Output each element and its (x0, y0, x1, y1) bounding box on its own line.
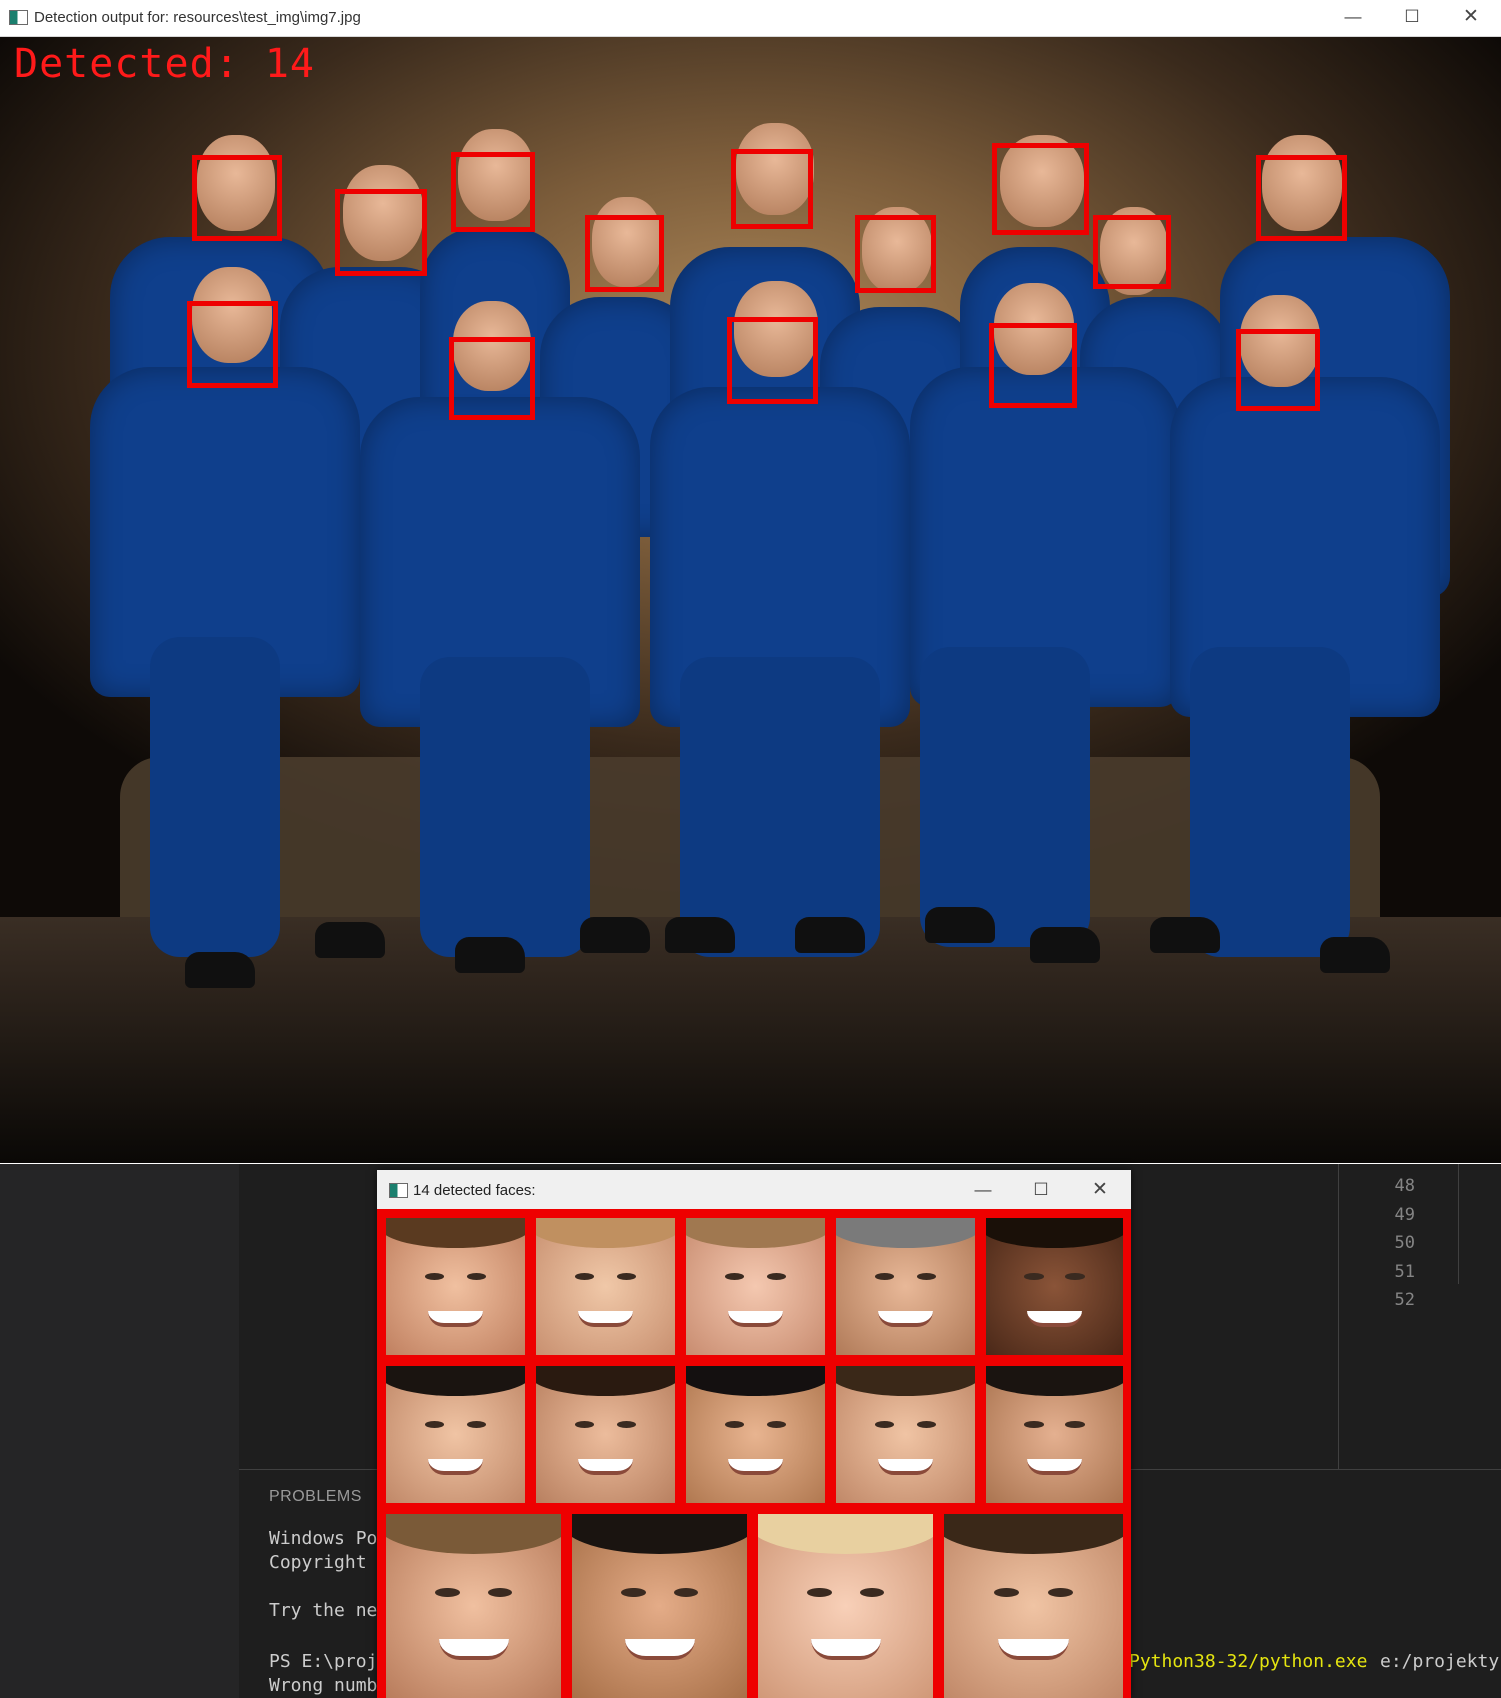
minimize-button[interactable]: — (971, 1181, 995, 1198)
face-box (449, 337, 535, 420)
face-box (1256, 155, 1347, 241)
boot (455, 937, 525, 973)
face-thumbnail (986, 1366, 1123, 1503)
face-box (1093, 215, 1171, 289)
detection-window: Detection output for: resources\test_img… (0, 0, 1501, 1164)
line-numbers: 48 49 50 51 52 (1355, 1172, 1415, 1315)
face-box (187, 301, 278, 388)
detection-window-titlebar[interactable]: Detection output for: resources\test_img… (0, 0, 1501, 37)
terminal-line: Copyright (269, 1552, 367, 1573)
boot (1150, 917, 1220, 953)
maximize-button[interactable]: ☐ (1029, 1181, 1053, 1198)
face-box (989, 323, 1077, 408)
boot (1320, 937, 1390, 973)
face-thumbnail (386, 1366, 525, 1503)
terminal-command-path: Python38-32/python.exe (1129, 1651, 1368, 1672)
person-legs (1190, 647, 1350, 957)
person-legs (150, 637, 280, 957)
app-icon (389, 1183, 408, 1198)
boot (315, 922, 385, 958)
line-number: 52 (1394, 1290, 1415, 1310)
face-box (585, 215, 664, 292)
terminal-line: Try the ne (269, 1600, 378, 1621)
face-thumbnail (386, 1218, 525, 1355)
boot (795, 917, 865, 953)
line-number: 49 (1394, 1204, 1415, 1225)
person-legs (680, 657, 880, 957)
line-number: 48 (1394, 1176, 1415, 1196)
editor-divider (1338, 1164, 1339, 1469)
detection-window-title: Detection output for: resources\test_img… (34, 9, 361, 26)
minimap-divider (1458, 1164, 1459, 1284)
face-thumbnail (386, 1514, 561, 1698)
app-icon (9, 10, 28, 25)
face-thumbnail (944, 1514, 1123, 1698)
face-thumbnail-grid (377, 1209, 1131, 1698)
face-thumbnail (836, 1218, 975, 1355)
face-thumbnail (536, 1218, 675, 1355)
face-box (855, 215, 936, 293)
face-box (731, 149, 813, 229)
activity-sidebar (0, 1164, 239, 1698)
face-box (1236, 329, 1320, 411)
boot (925, 907, 995, 943)
tab-problems[interactable]: PROBLEMS (269, 1488, 362, 1506)
face-box (192, 155, 282, 241)
terminal-command-arg: e:/projekty (1380, 1651, 1500, 1672)
face-thumbnail (986, 1218, 1123, 1355)
terminal-line: PS E:\proj (269, 1651, 378, 1672)
person-legs (420, 657, 590, 957)
faces-window-title: 14 detected faces: (413, 1182, 536, 1199)
boot (665, 917, 735, 953)
face-thumbnail (758, 1514, 933, 1698)
person-legs (920, 647, 1090, 947)
close-button[interactable]: ✕ (1459, 7, 1483, 26)
minimize-button[interactable]: — (1341, 8, 1365, 25)
line-number: 51 (1394, 1261, 1415, 1282)
face-thumbnail (572, 1514, 747, 1698)
face-thumbnail (686, 1218, 825, 1355)
terminal-line: Wrong numb (269, 1675, 378, 1696)
face-thumbnail (836, 1366, 975, 1503)
faces-window: 14 detected faces: — ☐ ✕ (377, 1170, 1131, 1698)
boot (185, 952, 255, 988)
face-thumbnail (686, 1366, 825, 1503)
terminal-line: Windows Po (269, 1528, 378, 1549)
close-button[interactable]: ✕ (1088, 1180, 1112, 1199)
maximize-button[interactable]: ☐ (1400, 8, 1424, 25)
detection-image: Detected: 14 (0, 37, 1501, 1163)
line-number: 50 (1394, 1233, 1415, 1253)
face-box (335, 189, 427, 276)
face-box (451, 152, 535, 232)
face-thumbnail (536, 1366, 675, 1503)
detected-count-label: Detected: 14 (14, 41, 315, 87)
boot (1030, 927, 1100, 963)
boot (580, 917, 650, 953)
face-box (992, 143, 1089, 235)
faces-window-titlebar[interactable]: 14 detected faces: — ☐ ✕ (377, 1170, 1131, 1209)
face-box (727, 317, 818, 404)
